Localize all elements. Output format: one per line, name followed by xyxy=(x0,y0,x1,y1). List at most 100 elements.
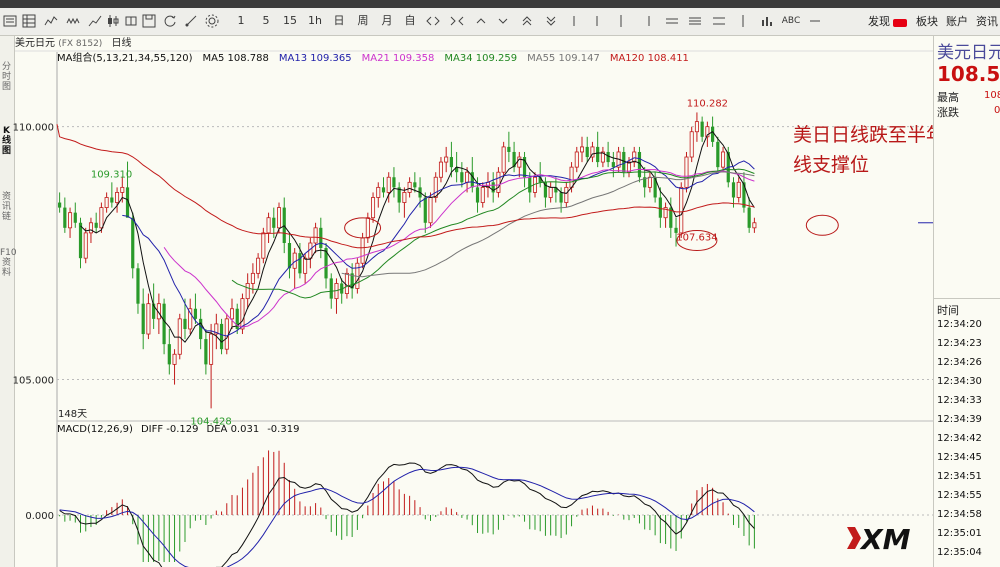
candle-body xyxy=(658,197,662,218)
annotation-line-1: 美日日线跌至半年 xyxy=(793,124,946,146)
tick-time: 12:34:55 xyxy=(937,490,982,501)
candle-body xyxy=(449,157,454,168)
candle-body xyxy=(245,283,250,300)
candle-body xyxy=(73,212,77,223)
tick-time: 12:34:51 xyxy=(937,471,982,482)
candle-body xyxy=(183,318,187,329)
bar-count-label: 148天 xyxy=(58,409,87,420)
candle-body xyxy=(131,217,135,269)
candle-body xyxy=(298,253,302,274)
candle-body xyxy=(78,222,83,259)
candle-body xyxy=(229,308,234,320)
tick-time: 12:34:42 xyxy=(937,433,982,444)
candle-body xyxy=(104,197,109,209)
candle-body xyxy=(679,186,684,234)
candle-body xyxy=(742,182,746,208)
candle-body xyxy=(444,156,449,163)
candle-body xyxy=(272,217,276,228)
candle-body xyxy=(716,141,720,168)
candle-body xyxy=(136,268,140,304)
y-tick-label: 110.000 xyxy=(13,123,54,134)
candle-body xyxy=(167,344,171,365)
candle-body xyxy=(501,146,506,173)
candle-body xyxy=(694,121,699,133)
candle-body xyxy=(480,186,485,203)
candle-body xyxy=(392,177,396,188)
candle-body xyxy=(141,303,145,335)
quote-title: 美元日元 xyxy=(937,43,1000,63)
quote-high-label: 最高 xyxy=(937,91,959,104)
candle-body xyxy=(569,166,574,188)
candle-body xyxy=(303,257,308,274)
candle-body xyxy=(204,339,208,365)
candle-body xyxy=(402,192,407,203)
candle-body xyxy=(376,186,381,198)
xm-logo: XM xyxy=(847,523,911,555)
candle-body xyxy=(580,146,585,153)
candle-body xyxy=(88,222,93,234)
candle-body xyxy=(574,151,579,168)
account-menu[interactable]: 账户 xyxy=(946,13,968,29)
candle-body xyxy=(240,298,245,330)
candle-body xyxy=(752,222,757,229)
candle-body xyxy=(611,162,615,168)
quote-change-label: 涨跌 xyxy=(937,106,959,119)
extreme-label: 109.310 xyxy=(91,170,132,181)
support-circle xyxy=(805,214,839,236)
tick-time: 12:34:26 xyxy=(937,357,982,368)
extreme-label: 104.428 xyxy=(190,416,231,427)
candle-body xyxy=(585,146,589,158)
candle-body xyxy=(63,207,67,228)
candle-body xyxy=(146,303,151,335)
candle-body xyxy=(517,156,522,168)
candle-body xyxy=(606,151,610,163)
candle-body xyxy=(172,353,177,365)
candle-body xyxy=(256,257,261,274)
candle-body xyxy=(684,156,689,188)
time-header: 时间 xyxy=(937,304,959,317)
candle-body xyxy=(496,171,501,193)
candle-body xyxy=(507,146,511,152)
candle-body xyxy=(99,207,104,229)
tick-time: 12:34:30 xyxy=(937,376,982,387)
candle-body xyxy=(721,151,726,168)
tick-time: 12:35:01 xyxy=(937,528,982,539)
candle-body xyxy=(596,146,600,163)
candle-body xyxy=(266,217,271,234)
candle-body xyxy=(162,303,166,345)
candle-body xyxy=(68,212,73,229)
tick-time: 12:34:20 xyxy=(937,319,982,330)
candle-body xyxy=(564,186,569,203)
candle-body xyxy=(110,197,114,203)
quote-change-value: 0 xyxy=(994,105,1000,116)
macd-zero-label: 0.000 xyxy=(25,511,54,522)
candle-body xyxy=(747,207,751,228)
quote-panel: 美元日元 108.5 最高 108 涨跌 0 时间 12:34:20 12:34:… xyxy=(933,36,1000,567)
candle-body xyxy=(428,197,433,224)
candle-body xyxy=(528,177,532,193)
candle-body xyxy=(193,308,198,319)
ma21-line xyxy=(163,168,755,328)
candle-body xyxy=(120,186,125,193)
quote-price: 108.5 xyxy=(937,62,1000,86)
news-menu[interactable]: 资讯 xyxy=(976,13,998,29)
candle-body xyxy=(199,318,203,340)
tick-time: 12:34:58 xyxy=(937,509,982,520)
candle-body xyxy=(548,186,553,198)
candle-body xyxy=(287,243,292,269)
candle-body xyxy=(177,318,182,355)
candle-body xyxy=(710,126,715,142)
candle-body xyxy=(465,171,470,183)
tick-time: 12:34:39 xyxy=(937,414,982,425)
tick-time: 12:34:45 xyxy=(937,452,982,463)
tick-time: 12:34:33 xyxy=(937,395,982,406)
candle-body xyxy=(313,227,318,244)
candle-body xyxy=(475,187,480,203)
candle-body xyxy=(559,192,563,203)
candle-body xyxy=(433,176,438,198)
ma13-line xyxy=(122,157,755,337)
candle-body xyxy=(344,272,349,294)
candle-body xyxy=(423,197,427,223)
tick-time: 12:34:23 xyxy=(937,338,982,349)
annotation-line-2: 线支撑位 xyxy=(793,154,870,176)
